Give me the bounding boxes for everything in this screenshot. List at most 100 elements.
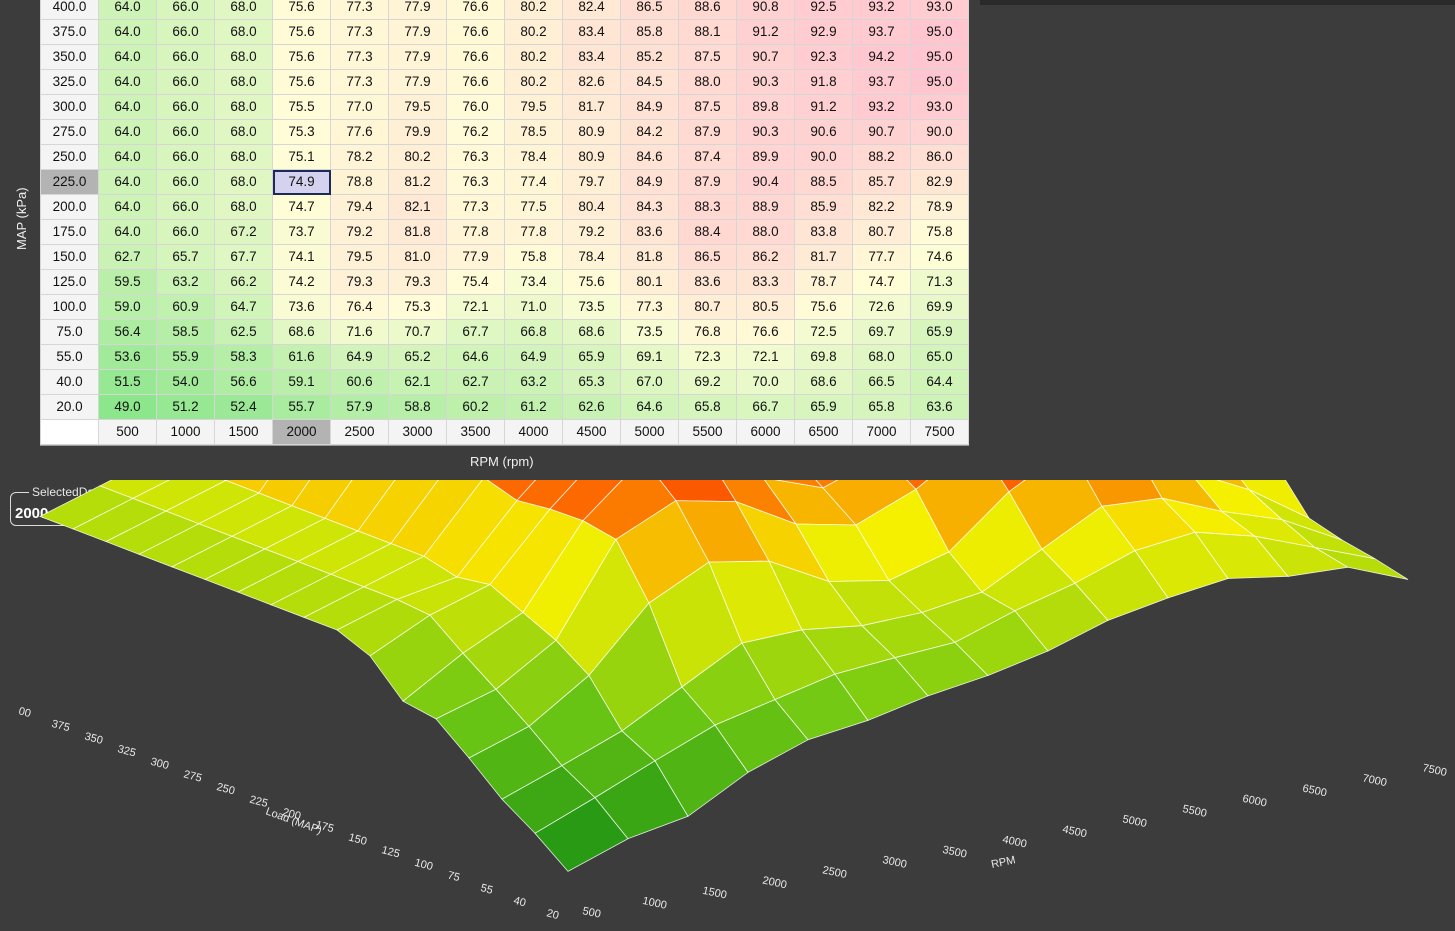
table-cell[interactable]: 75.6 xyxy=(272,0,331,20)
table-cell[interactable]: 83.6 xyxy=(620,219,679,245)
table-cell[interactable]: 82.1 xyxy=(388,194,447,220)
table-cell[interactable]: 84.9 xyxy=(620,169,679,195)
table-cell[interactable]: 60.6 xyxy=(330,369,389,395)
table-cell[interactable]: 87.4 xyxy=(678,144,737,170)
table-cell[interactable]: 90.7 xyxy=(852,119,911,145)
table-cell[interactable]: 80.2 xyxy=(504,69,563,95)
table-cell[interactable]: 58.5 xyxy=(156,319,215,345)
table-cell[interactable]: 77.3 xyxy=(330,44,389,70)
table-cell[interactable]: 67.2 xyxy=(214,219,273,245)
table-cell[interactable]: 73.6 xyxy=(272,294,331,320)
table-cell[interactable]: 75.1 xyxy=(272,144,331,170)
table-cell[interactable]: 66.8 xyxy=(504,319,563,345)
table-cell[interactable]: 85.9 xyxy=(794,194,853,220)
table-cell[interactable]: 74.6 xyxy=(910,244,969,270)
table-cell[interactable]: 81.0 xyxy=(388,244,447,270)
table-cell[interactable]: 77.3 xyxy=(330,0,389,20)
table-cell[interactable]: 66.0 xyxy=(156,219,215,245)
table-cell[interactable]: 70.0 xyxy=(736,369,795,395)
map-axis-cell[interactable]: 275.0 xyxy=(40,119,99,145)
table-cell[interactable]: 80.7 xyxy=(678,294,737,320)
table-cell[interactable]: 58.3 xyxy=(214,344,273,370)
table-cell[interactable]: 74.2 xyxy=(272,269,331,295)
table-cell[interactable]: 87.9 xyxy=(678,169,737,195)
table-cell[interactable]: 75.6 xyxy=(272,19,331,45)
table-cell[interactable]: 77.3 xyxy=(446,194,505,220)
table-cell[interactable]: 77.4 xyxy=(504,169,563,195)
table-cell[interactable]: 75.5 xyxy=(272,94,331,120)
table-cell[interactable]: 79.2 xyxy=(562,219,621,245)
table-cell[interactable]: 90.8 xyxy=(736,0,795,20)
table-cell[interactable]: 65.8 xyxy=(678,394,737,420)
table-cell[interactable]: 86.5 xyxy=(620,0,679,20)
table-cell[interactable]: 79.5 xyxy=(330,244,389,270)
map-axis-cell[interactable]: 300.0 xyxy=(40,94,99,120)
table-cell[interactable]: 79.3 xyxy=(330,269,389,295)
table-cell[interactable]: 87.5 xyxy=(678,44,737,70)
table-cell[interactable]: 62.1 xyxy=(388,369,447,395)
table-cell[interactable]: 79.7 xyxy=(562,169,621,195)
table-cell[interactable]: 81.8 xyxy=(620,244,679,270)
table-cell[interactable]: 77.9 xyxy=(388,19,447,45)
table-cell[interactable]: 59.1 xyxy=(272,369,331,395)
table-cell[interactable]: 68.0 xyxy=(214,69,273,95)
table-cell[interactable]: 82.4 xyxy=(562,0,621,20)
table-cell[interactable]: 75.6 xyxy=(794,294,853,320)
table-cell[interactable]: 75.8 xyxy=(910,219,969,245)
table-cell[interactable]: 59.0 xyxy=(98,294,157,320)
rpm-axis-cell[interactable]: 2000 xyxy=(272,419,331,445)
map-axis-cell[interactable]: 40.0 xyxy=(40,369,99,395)
table-cell[interactable]: 65.9 xyxy=(910,319,969,345)
table-cell[interactable]: 51.2 xyxy=(156,394,215,420)
table-cell[interactable]: 77.9 xyxy=(388,0,447,20)
table-cell[interactable]: 86.2 xyxy=(736,244,795,270)
table-cell[interactable]: 78.4 xyxy=(504,144,563,170)
table-cell[interactable]: 92.5 xyxy=(794,0,853,20)
table-cell[interactable]: 64.6 xyxy=(446,344,505,370)
table-cell[interactable]: 73.7 xyxy=(272,219,331,245)
table-cell[interactable]: 65.0 xyxy=(910,344,969,370)
table-cell[interactable]: 71.0 xyxy=(504,294,563,320)
table-cell[interactable]: 90.6 xyxy=(794,119,853,145)
table-cell[interactable]: 77.9 xyxy=(388,69,447,95)
table-cell[interactable]: 90.0 xyxy=(794,144,853,170)
table-cell[interactable]: 74.7 xyxy=(852,269,911,295)
table-cell[interactable]: 89.8 xyxy=(736,94,795,120)
table-cell[interactable]: 76.0 xyxy=(446,94,505,120)
map-axis-cell[interactable]: 75.0 xyxy=(40,319,99,345)
table-cell[interactable]: 64.0 xyxy=(98,94,157,120)
table-cell[interactable]: 69.9 xyxy=(910,294,969,320)
table-cell[interactable]: 90.3 xyxy=(736,69,795,95)
table-cell[interactable]: 76.6 xyxy=(446,0,505,20)
table-cell[interactable]: 88.6 xyxy=(678,0,737,20)
surface-3d-view[interactable]: 0037535032530027525022520017515012510075… xyxy=(0,480,1455,931)
table-cell[interactable]: 88.2 xyxy=(852,144,911,170)
map-axis-cell[interactable]: 350.0 xyxy=(40,44,99,70)
table-cell[interactable]: 79.5 xyxy=(504,94,563,120)
table-cell[interactable]: 75.6 xyxy=(272,69,331,95)
table-cell[interactable]: 55.7 xyxy=(272,394,331,420)
table-cell[interactable]: 66.0 xyxy=(156,0,215,20)
map-axis-cell[interactable]: 250.0 xyxy=(40,144,99,170)
table-cell[interactable]: 82.9 xyxy=(910,169,969,195)
table-cell[interactable]: 83.8 xyxy=(794,219,853,245)
table-cell[interactable]: 70.7 xyxy=(388,319,447,345)
table-cell[interactable]: 72.1 xyxy=(736,344,795,370)
table-cell[interactable]: 77.3 xyxy=(620,294,679,320)
table-cell[interactable]: 84.2 xyxy=(620,119,679,145)
table-cell[interactable]: 78.5 xyxy=(504,119,563,145)
table-cell[interactable]: 79.5 xyxy=(388,94,447,120)
table-cell[interactable]: 80.5 xyxy=(736,294,795,320)
rpm-axis-cell[interactable]: 500 xyxy=(98,419,157,445)
table-cell[interactable]: 66.0 xyxy=(156,44,215,70)
table-cell[interactable]: 77.3 xyxy=(330,19,389,45)
table-cell[interactable]: 83.3 xyxy=(736,269,795,295)
table-cell[interactable]: 66.0 xyxy=(156,19,215,45)
table-cell[interactable]: 64.0 xyxy=(98,69,157,95)
table-cell[interactable]: 72.3 xyxy=(678,344,737,370)
table-cell[interactable]: 95.0 xyxy=(910,69,969,95)
table-cell[interactable]: 66.0 xyxy=(156,169,215,195)
table-cell[interactable]: 76.6 xyxy=(736,319,795,345)
table-cell[interactable]: 51.5 xyxy=(98,369,157,395)
map-axis-cell[interactable]: 400.0 xyxy=(40,0,99,20)
